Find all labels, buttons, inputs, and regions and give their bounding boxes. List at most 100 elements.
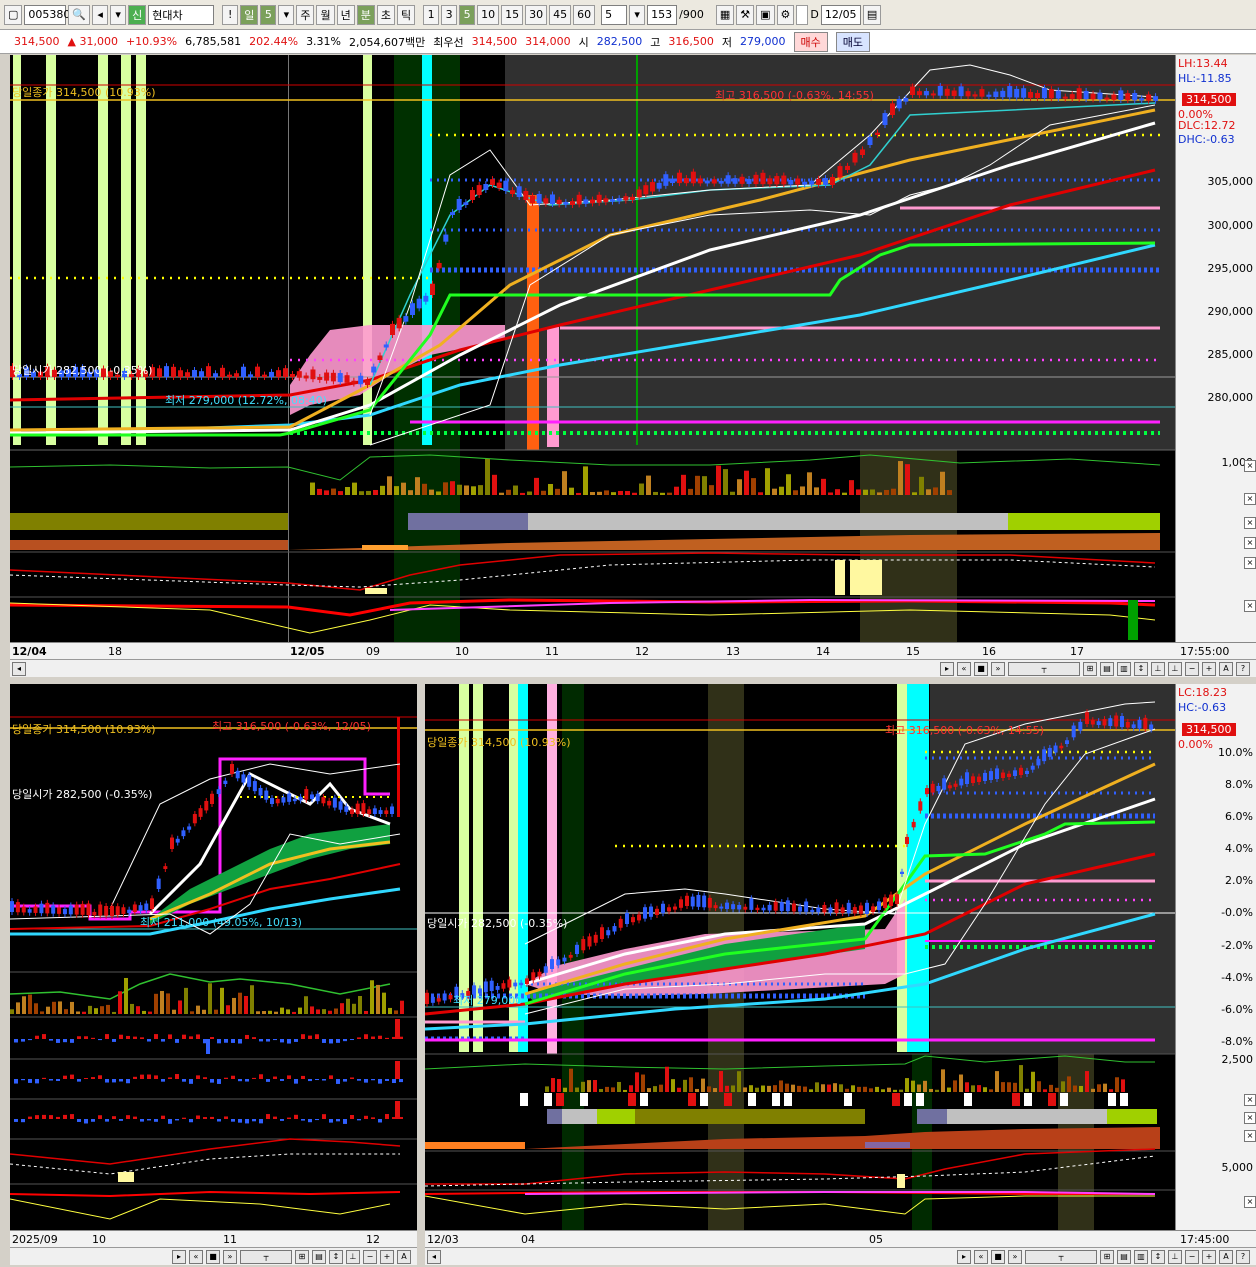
forward-icon[interactable]: » [223, 1249, 237, 1264]
stock-name-field[interactable]: 현대차 [148, 4, 215, 25]
layout2-icon[interactable]: ▥ [1134, 1249, 1148, 1264]
period-week[interactable]: 주 [296, 4, 315, 25]
close-icon[interactable]: × [1244, 1130, 1256, 1142]
font-icon[interactable]: A [1219, 661, 1233, 676]
dropdown-icon[interactable]: ▾ [629, 4, 646, 25]
layout-icon[interactable]: ▤ [312, 1249, 326, 1264]
interval-1[interactable]: 1 [423, 4, 440, 25]
expand-icon[interactable]: ? [1236, 1249, 1250, 1264]
layout-icon[interactable]: ▤ [1117, 1249, 1131, 1264]
settings-icon[interactable]: ⚙ [776, 4, 795, 25]
measure-icon[interactable]: ⊥ [1168, 661, 1182, 676]
dropdown-icon[interactable]: ▾ [278, 4, 295, 25]
layout-icon[interactable]: ▤ [1100, 661, 1114, 676]
calendar-icon[interactable]: ▤ [862, 4, 882, 25]
period-tick[interactable]: 틱 [396, 4, 416, 25]
scale-icon[interactable]: ↕ [1134, 661, 1148, 676]
top-scrollbar[interactable]: ◂ ▸ « ■ » ┬ ⊞ ▤ ▥ ↕ ⊥ ⊥ − + A ? [10, 659, 1256, 677]
scale-icon[interactable]: ↕ [329, 1249, 343, 1264]
zoom-slider[interactable]: ┬ [240, 1249, 292, 1264]
close-icon[interactable]: × [1244, 1094, 1256, 1106]
scroll-right-icon[interactable]: ▸ [940, 661, 954, 676]
bottom-left-scrollbar[interactable]: ▸ « ■ » ┬ ⊞ ▤ ↕ ⊥ − + A [10, 1247, 417, 1265]
low-label: 최저 211,000 (49.05%, 10/13) [140, 916, 302, 929]
interval-30[interactable]: 30 [525, 4, 548, 25]
scroll-left-icon[interactable]: ◂ [12, 661, 26, 676]
period-year[interactable]: 년 [336, 4, 355, 25]
zoom-slider[interactable]: ┬ [1025, 1249, 1097, 1264]
scroll-right-icon[interactable]: ▸ [172, 1249, 186, 1264]
zoom-in-icon[interactable]: + [1202, 661, 1216, 676]
fit-icon[interactable]: ⊞ [295, 1249, 309, 1264]
close-icon[interactable]: × [1244, 517, 1256, 529]
scale-icon[interactable]: ↕ [1151, 1249, 1165, 1264]
rewind-icon[interactable]: « [189, 1249, 203, 1264]
layout2-icon[interactable]: ▥ [1117, 661, 1131, 676]
save-icon[interactable]: ▣ [756, 4, 775, 25]
period-day-count[interactable]: 5 [260, 4, 277, 25]
close-icon[interactable]: × [1244, 557, 1256, 569]
indicator-bar [70, 1039, 74, 1043]
zoom-out-icon[interactable]: − [1185, 1249, 1199, 1264]
interval-15[interactable]: 15 [501, 4, 524, 25]
scroll-left-icon[interactable]: ◂ [427, 1249, 441, 1264]
prev-stock-icon[interactable]: ◂ [92, 4, 109, 25]
search-icon[interactable]: 🔍 [68, 4, 91, 25]
interval-60[interactable]: 60 [573, 4, 596, 25]
close-icon[interactable]: × [1244, 493, 1256, 505]
stop-icon[interactable]: ■ [974, 661, 988, 676]
rewind-icon[interactable]: « [957, 661, 971, 676]
period-month[interactable]: 월 [316, 4, 335, 25]
scroll-right-icon[interactable]: ▸ [957, 1249, 971, 1264]
forward-icon[interactable]: » [1008, 1249, 1022, 1264]
expand-icon[interactable]: ? [1236, 661, 1250, 676]
bottom-right-scrollbar[interactable]: ◂ ▸ « ■ » ┬ ⊞ ▤ ▥ ↕ ⊥ − + A ? [425, 1247, 1256, 1265]
date-checkbox[interactable] [796, 4, 809, 25]
grid-icon[interactable]: ▦ [715, 4, 735, 25]
alert-button[interactable]: ! [222, 4, 239, 25]
close-icon[interactable]: × [1244, 460, 1256, 472]
ruler-icon[interactable]: ⊥ [346, 1249, 360, 1264]
interval-45[interactable]: 45 [549, 4, 572, 25]
period-minute[interactable]: 분 [356, 4, 375, 25]
forward-icon[interactable]: » [991, 661, 1005, 676]
interval-5[interactable]: 5 [459, 4, 476, 25]
stock-code-input[interactable]: 005380 [24, 4, 70, 25]
period-day[interactable]: 일 [240, 4, 259, 25]
candle [403, 316, 409, 322]
interval-select[interactable]: 5 [601, 4, 628, 25]
font-icon[interactable]: A [397, 1249, 411, 1264]
period-second[interactable]: 초 [376, 4, 395, 25]
zoom-slider[interactable]: ┬ [1008, 661, 1080, 676]
indicator-bar [273, 1076, 277, 1079]
indicator-bar [147, 1074, 151, 1079]
bottom-right-chart-canvas[interactable]: 당일종가 314,500 (10.93%) 당일시가 282,500 (-0.3… [425, 684, 1175, 1230]
bottom-left-chart-canvas[interactable]: 당일종가 314,500 (10.93%) 당일시가 282,500 (-0.3… [10, 684, 417, 1230]
zoom-in-icon[interactable]: + [380, 1249, 394, 1264]
close-icon[interactable]: × [1244, 1112, 1256, 1124]
zoom-out-icon[interactable]: − [1185, 661, 1199, 676]
fit-icon[interactable]: ⊞ [1083, 661, 1097, 676]
ruler-icon[interactable]: ⊥ [1168, 1249, 1182, 1264]
stop-icon[interactable]: ■ [991, 1249, 1005, 1264]
close-icon[interactable]: × [1244, 600, 1256, 612]
bar-count-input[interactable]: 153 [647, 4, 678, 25]
font-icon[interactable]: A [1219, 1249, 1233, 1264]
sell-button[interactable]: 매도 [835, 31, 870, 52]
ruler-icon[interactable]: ⊥ [1151, 661, 1165, 676]
top-chart-canvas[interactable]: 당일종가 314,500 (10.93%) 당일시가 282,500 (-0.3… [10, 55, 1175, 642]
dropdown-icon[interactable]: ▾ [110, 4, 127, 25]
zoom-out-icon[interactable]: − [363, 1249, 377, 1264]
interval-3[interactable]: 3 [441, 4, 458, 25]
close-icon[interactable]: × [1244, 1196, 1256, 1208]
close-icon[interactable]: × [1244, 537, 1256, 549]
menu-icon[interactable]: ▢ [4, 4, 23, 25]
fit-icon[interactable]: ⊞ [1100, 1249, 1114, 1264]
zoom-in-icon[interactable]: + [1202, 1249, 1216, 1264]
stop-icon[interactable]: ■ [206, 1249, 220, 1264]
interval-10[interactable]: 10 [477, 4, 500, 25]
buy-button[interactable]: 매수 [793, 31, 828, 52]
tools-icon[interactable]: ⚒ [736, 4, 755, 25]
rewind-icon[interactable]: « [974, 1249, 988, 1264]
date-input[interactable]: 12/05 [820, 4, 861, 25]
